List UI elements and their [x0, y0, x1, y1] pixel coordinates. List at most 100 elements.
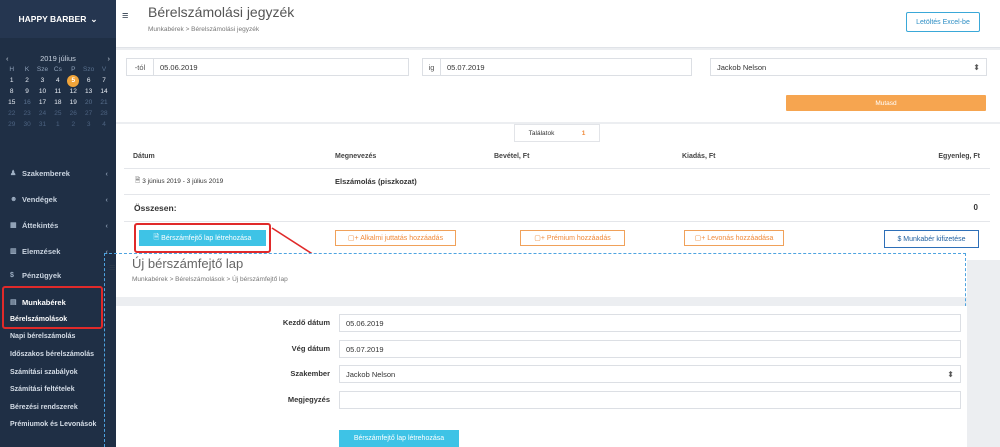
excel-export-button[interactable]: Letöltés Excel-be: [906, 12, 980, 32]
sidebar-subitem-bonuses-deductions[interactable]: Prémiumok és Levonások: [10, 421, 96, 428]
calendar-day[interactable]: 4: [50, 77, 65, 84]
pay-salary-button[interactable]: $ Munkabér kifizetése: [884, 230, 979, 248]
overlay-breadcrumb: Munkabérek > Bérelszámolások > Új bérszá…: [132, 276, 288, 283]
specialist-select[interactable]: Jackob Nelson: [710, 58, 987, 76]
calendar-day[interactable]: 23: [19, 110, 34, 117]
submit-payslip-button[interactable]: Bérszámfejtő lap létrehozása: [339, 430, 459, 447]
calendar-day[interactable]: 4: [96, 121, 111, 128]
overlay-title: Új bérszámfejtő lap: [132, 256, 244, 271]
calendar-day[interactable]: 21: [96, 99, 111, 106]
calendar-day[interactable]: 12: [66, 88, 81, 95]
note-label: Megjegyzés: [287, 395, 330, 404]
calendar-day[interactable]: 7: [96, 77, 111, 84]
row-date-text: 3 június 2019 - 3 július 2019: [142, 178, 224, 185]
date-to-input[interactable]: 05.07.2019: [440, 58, 692, 76]
sidebar-item-specialists[interactable]: ♟ Szakemberek ‹: [0, 160, 116, 186]
calendar-day[interactable]: 26: [66, 110, 81, 117]
calendar-day[interactable]: 2: [19, 77, 34, 84]
add-premium-label: + Prémium hozzáadás: [540, 234, 611, 242]
add-deduction-label: + Levonás hozzáadása: [701, 234, 774, 242]
calendar-next-icon[interactable]: ›: [107, 54, 110, 63]
sidebar-subitem-periodic-payroll[interactable]: Időszakos bérelszámolás: [10, 351, 94, 358]
weekday: V: [101, 66, 107, 73]
calendar-day[interactable]: 9: [19, 88, 34, 95]
breadcrumb: Munkabérek > Bérelszámolási jegyzék: [148, 26, 260, 33]
total-value: 0: [973, 203, 978, 212]
chevron-left-icon: ‹: [105, 194, 109, 204]
calendar-prev-icon[interactable]: ‹: [6, 54, 9, 63]
weekday: Sze: [36, 66, 49, 73]
calendar-day[interactable]: 14: [96, 88, 111, 95]
calendar-day[interactable]: 1: [4, 77, 19, 84]
results-count: 1: [581, 129, 586, 137]
calendar-day[interactable]: 17: [35, 99, 50, 106]
specialist-select-value: Jackob Nelson: [717, 62, 767, 72]
sidebar-subitem-daily-payroll[interactable]: Napi bérelszámolás: [10, 333, 75, 340]
calendar-day[interactable]: 19: [66, 99, 81, 106]
calendar-week: 1 2 3 4 5 6 7: [0, 74, 116, 87]
calendar-day[interactable]: 22: [4, 110, 19, 117]
add-allowance-label: + Alkalmi juttatás hozzáadás: [354, 234, 444, 242]
sidebar-item-guests[interactable]: ☻ Vendégek ‹: [0, 186, 116, 212]
start-date-label: Kezdő dátum: [282, 318, 330, 327]
calendar-week: 22 23 24 25 26 27 28: [0, 108, 116, 119]
calendar-day[interactable]: 10: [35, 88, 50, 95]
col-header-expense: Kiadás, Ft: [682, 153, 716, 160]
highlight-box: [134, 223, 271, 253]
calendar-day[interactable]: 3: [35, 77, 50, 84]
from-addon: -tól: [126, 58, 154, 76]
brand-dropdown[interactable]: HAPPY BARBER ⌄: [0, 0, 116, 38]
calendar-day[interactable]: 11: [50, 88, 65, 95]
sidebar-subitem-calculation-rules[interactable]: Számítási szabályok: [10, 369, 78, 376]
add-premium-button[interactable]: ▢ + Prémium hozzáadás: [520, 230, 625, 246]
col-header-name: Megnevezés: [335, 153, 377, 160]
calendar-day[interactable]: 16: [19, 99, 34, 106]
results-counter: Találatok 1: [514, 124, 600, 142]
sidebar-item-analytics[interactable]: ▥ Elemzések ‹: [0, 238, 116, 264]
calendar-day[interactable]: 2: [66, 121, 81, 128]
calendar-day[interactable]: 18: [50, 99, 65, 106]
calendar-day-today[interactable]: 5: [67, 74, 80, 87]
to-addon: ig: [422, 58, 441, 76]
calendar-day[interactable]: 20: [81, 99, 96, 106]
calendar-day[interactable]: 1: [50, 121, 65, 128]
calendar-day[interactable]: 30: [19, 121, 34, 128]
menu-toggle-icon[interactable]: ≡: [122, 10, 128, 22]
calendar-day[interactable]: 6: [81, 77, 96, 84]
sidebar-subitem-wage-systems[interactable]: Bérezési rendszerek: [10, 404, 78, 411]
calendar-day[interactable]: 13: [81, 88, 96, 95]
calendar-day[interactable]: 27: [81, 110, 96, 117]
comment-icon: ▢: [694, 235, 702, 242]
calendar-day[interactable]: 3: [81, 121, 96, 128]
total-label: Összesen:: [134, 203, 177, 213]
add-allowance-button[interactable]: ▢ + Alkalmi juttatás hozzáadás: [335, 230, 456, 246]
add-deduction-button[interactable]: ▢ + Levonás hozzáadása: [684, 230, 784, 246]
menu-toggle-icon[interactable]: ≡: [109, 262, 115, 274]
start-date-input[interactable]: 05.06.2019: [339, 314, 961, 332]
table-row-date[interactable]: 🗎 3 június 2019 - 3 július 2019: [135, 176, 223, 187]
calendar-day[interactable]: 15: [4, 99, 19, 106]
weekday: Cs: [53, 66, 62, 73]
divider: [124, 194, 990, 195]
calendar-day[interactable]: 8: [4, 88, 19, 95]
sidebar-subitem-calculation-conditions[interactable]: Számítási feltételek: [10, 386, 75, 393]
weekday: P: [71, 66, 76, 73]
calendar-day[interactable]: 29: [4, 121, 19, 128]
calendar-day[interactable]: 25: [50, 110, 65, 117]
brand-name: HAPPY BARBER: [18, 14, 87, 24]
sidebar-item-finance[interactable]: $ Pénzügyek: [0, 262, 116, 288]
calendar-day[interactable]: 28: [96, 110, 111, 117]
overlay-specialist-select[interactable]: Jackob Nelson: [339, 365, 961, 383]
col-header-balance: Egyenleg, Ft: [938, 153, 980, 160]
end-date-input[interactable]: 05.07.2019: [339, 340, 961, 358]
calendar-week: 8 9 10 11 12 13 14: [0, 86, 116, 97]
document-icon: 🗎: [135, 177, 141, 184]
show-button[interactable]: Mutasd: [786, 95, 986, 111]
calendar-day[interactable]: 31: [35, 121, 50, 128]
sidebar-item-label: Pénzügyek: [22, 270, 62, 280]
calendar-day[interactable]: 24: [35, 110, 50, 117]
sidebar-item-overview[interactable]: ▦ Áttekintés ‹: [0, 212, 116, 238]
note-input[interactable]: [339, 391, 961, 409]
weekday: H: [9, 66, 15, 73]
date-from-input[interactable]: 05.06.2019: [153, 58, 409, 76]
